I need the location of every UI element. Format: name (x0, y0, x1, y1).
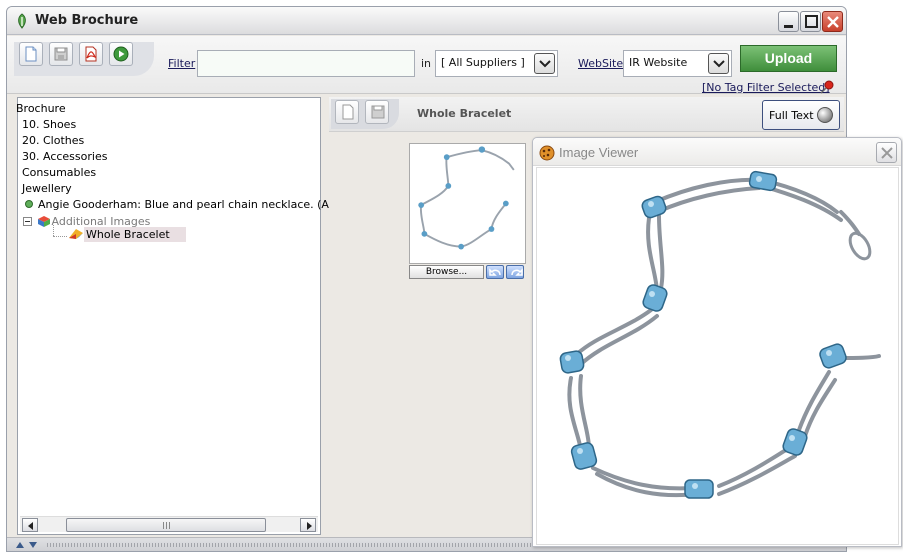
tree-item-label: Consumables (22, 166, 97, 179)
tag-filter-link[interactable]: [No Tag Filter Selected] (702, 81, 830, 94)
tree-connector (53, 225, 54, 236)
tree-item-brochure[interactable]: Brochure (16, 102, 66, 115)
window-title: Web Brochure (35, 13, 139, 28)
image-viewer-close-button[interactable] (876, 142, 897, 163)
detail-save-button[interactable] (365, 100, 389, 124)
supplier-dropdown-button[interactable] (534, 53, 555, 74)
bracelet-thumbnail-image (418, 146, 515, 250)
upload-button[interactable]: Upload (740, 45, 837, 72)
image-thumbnail[interactable] (409, 143, 526, 264)
website-select[interactable]: IR Website (623, 50, 732, 77)
supplier-select[interactable]: [ All Suppliers ] (435, 50, 558, 77)
scroll-right-button[interactable] (300, 518, 316, 532)
arrow-down-icon[interactable] (28, 541, 38, 549)
toolbar: Filter in [ All Suppliers ] WebSite IR W… (7, 36, 846, 94)
image-viewer-window: Image Viewer (532, 137, 902, 547)
tree-item-label: Angie Gooderham: Blue and pearl chain ne… (38, 198, 362, 211)
filter-label[interactable]: Filter (168, 57, 195, 70)
status-ball-icon (817, 107, 833, 123)
detail-title: Whole Bracelet (417, 107, 512, 120)
filter-input[interactable] (197, 50, 415, 77)
tree-item-additional-images[interactable]: Additional Images (22, 214, 150, 228)
tree-item-clothes[interactable]: 20. Clothes (22, 134, 84, 147)
arrow-up-icon[interactable] (15, 541, 25, 549)
tree-item-shoes[interactable]: 10. Shoes (22, 118, 76, 131)
maximize-button[interactable] (800, 11, 821, 32)
new-document-icon (25, 46, 37, 62)
run-button[interactable] (109, 42, 133, 66)
website-label[interactable]: WebSite (578, 57, 623, 70)
save-button[interactable] (49, 42, 73, 66)
tree-item-whole-bracelet[interactable]: Whole Bracelet (68, 227, 186, 242)
chevron-down-icon (713, 60, 725, 68)
detail-header: Whole Bracelet Full Text (329, 97, 844, 132)
tree-connector (53, 236, 67, 237)
new-button[interactable] (19, 42, 43, 66)
pin-icon[interactable] (819, 80, 835, 94)
save-icon (54, 47, 68, 61)
full-text-label: Full Text (769, 109, 814, 122)
scroll-left-button[interactable] (22, 518, 38, 532)
rotate-left-icon (489, 268, 501, 276)
arrow-right-icon (307, 522, 312, 530)
tree-item-label: Brochure (16, 102, 66, 115)
in-label: in (421, 57, 432, 70)
title-bar: Web Brochure (7, 7, 846, 35)
image-icon (69, 229, 83, 239)
image-viewer-canvas[interactable] (536, 167, 899, 545)
horizontal-scrollbar[interactable] (20, 516, 318, 532)
rotate-right-icon (511, 268, 523, 276)
tree-item-accessories[interactable]: 30. Accessories (22, 150, 107, 163)
play-icon (113, 46, 129, 62)
website-select-value: IR Website (629, 56, 688, 69)
minimize-icon (784, 25, 793, 28)
close-icon (881, 147, 893, 159)
tree-item-label: 30. Accessories (22, 150, 108, 163)
tree-item-jewellery[interactable]: Jewellery (22, 182, 72, 195)
selected-node-label: Whole Bracelet (84, 227, 186, 242)
browse-button[interactable]: Browse... (409, 265, 484, 279)
save-icon (371, 105, 385, 119)
green-dot-icon (25, 200, 33, 208)
tree-item-label: Jewellery (22, 182, 72, 195)
website-dropdown-button[interactable] (708, 53, 729, 74)
chevron-down-icon (539, 60, 551, 68)
close-button[interactable] (822, 11, 843, 32)
rotate-right-button[interactable] (506, 265, 524, 279)
arrow-left-icon (28, 522, 33, 530)
image-folder-icon (37, 216, 50, 227)
tree-item-consumables[interactable]: Consumables (22, 166, 96, 179)
minimize-button[interactable] (778, 11, 799, 32)
rotate-left-button[interactable] (486, 265, 504, 279)
maximize-icon (805, 15, 818, 28)
tree-item-product[interactable]: Angie Gooderham: Blue and pearl chain ne… (22, 198, 362, 211)
pdf-icon (85, 46, 97, 62)
pdf-button[interactable] (79, 42, 103, 66)
supplier-select-value: [ All Suppliers ] (441, 56, 525, 69)
scrollbar-thumb[interactable] (66, 518, 266, 532)
new-document-icon (342, 104, 354, 120)
detail-new-button[interactable] (335, 100, 359, 124)
grip-icon (163, 522, 171, 529)
tree-item-label: 10. Shoes (22, 118, 77, 131)
app-icon (18, 13, 26, 29)
cookie-icon (539, 145, 555, 161)
close-icon (827, 16, 839, 28)
tree-item-label: 20. Clothes (22, 134, 85, 147)
image-viewer-title: Image Viewer (559, 145, 639, 160)
image-viewer-title-bar[interactable]: Image Viewer (533, 138, 901, 166)
full-text-button[interactable]: Full Text (762, 100, 840, 130)
tree-panel[interactable]: Brochure 10. Shoes 20. Clothes 30. Acces… (16, 97, 362, 535)
bracelet-image (559, 170, 881, 499)
collapse-icon[interactable] (23, 217, 32, 226)
